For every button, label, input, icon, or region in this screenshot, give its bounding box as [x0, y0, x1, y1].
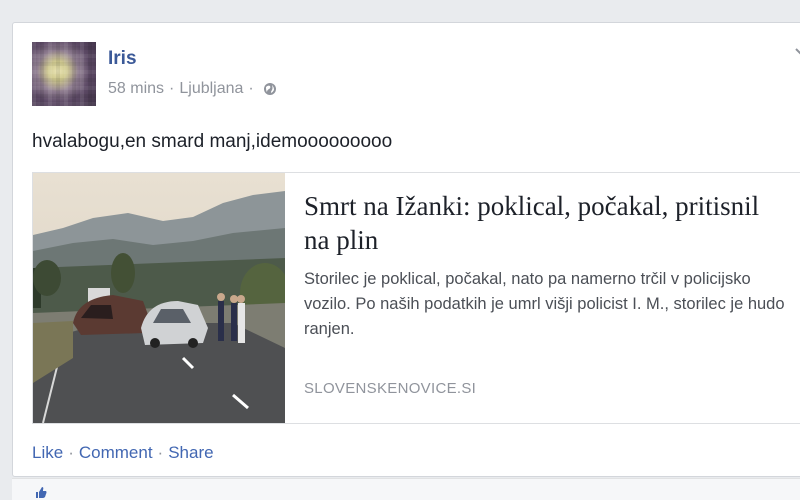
link-title[interactable]: Smrt na Ižanki: poklical, počakal, priti… — [304, 189, 774, 257]
chevron-down-icon[interactable] — [795, 47, 800, 57]
link-preview-image[interactable] — [33, 173, 285, 423]
comment-button[interactable]: Comment — [79, 443, 153, 463]
comment-area — [12, 478, 800, 500]
post-location[interactable]: Ljubljana — [179, 80, 243, 98]
post-text: hvalabogu,en smard manj,idemooooooooo — [32, 131, 393, 152]
globe-icon[interactable] — [263, 82, 277, 96]
post-meta: 58 mins · Ljubljana · — [108, 80, 277, 98]
accident-scene-image — [33, 173, 285, 423]
like-button[interactable]: Like — [32, 443, 63, 463]
author-name[interactable]: Iris — [108, 48, 137, 70]
action-separator: · — [68, 443, 74, 462]
link-description: Storilec je poklical, počakal, nato pa n… — [304, 270, 785, 338]
avatar[interactable] — [32, 42, 96, 106]
post-timestamp[interactable]: 58 mins — [108, 80, 164, 98]
thumbs-up-icon — [36, 487, 47, 498]
post-actions: Like · Comment · Share — [32, 443, 214, 463]
feed-post: Iris 58 mins · Ljubljana · hvalabogu,en … — [12, 22, 800, 477]
meta-separator: · — [169, 80, 175, 97]
share-button[interactable]: Share — [168, 443, 213, 463]
link-preview-card[interactable]: Smrt na Ižanki: poklical, počakal, priti… — [32, 172, 800, 424]
link-domain: SLOVENSKENOVICE.SI — [304, 380, 477, 397]
action-separator: · — [157, 443, 164, 462]
meta-separator: · — [248, 80, 254, 97]
